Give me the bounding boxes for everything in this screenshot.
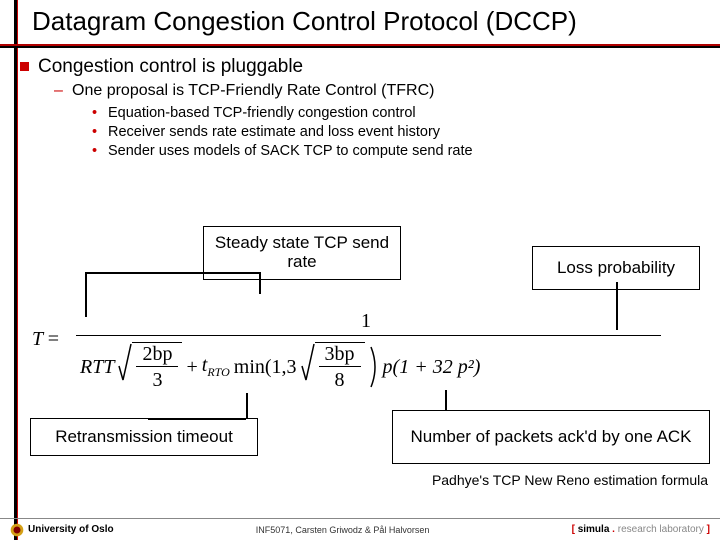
sqrt-icon: 3bp 8 xyxy=(301,342,365,392)
formula-frac2: 3bp 8 xyxy=(319,343,361,392)
formula-fraction-bar xyxy=(76,335,661,336)
bullet-l1-text: Congestion control is pluggable xyxy=(38,56,303,77)
box-retransmission-timeout: Retransmission timeout xyxy=(30,418,258,456)
footer-center: INF5071, Carsten Griwodz & Pål Halvorsen xyxy=(256,525,430,535)
formula-plus: + xyxy=(186,356,197,379)
research-lab-text: research laboratory xyxy=(618,524,704,535)
formula-frac2-num: 3bp xyxy=(319,343,361,367)
formula-frac1: 2bp 3 xyxy=(136,343,178,392)
bullet-l2: One proposal is TCP-Friendly Rate Contro… xyxy=(54,82,710,161)
formula-frac1-den: 3 xyxy=(136,367,178,392)
formula-T: T xyxy=(32,328,43,350)
formula-frac2-den: 8 xyxy=(319,367,361,392)
bullet-l3: Equation-based TCP-friendly congestion c… xyxy=(92,104,710,123)
connector-line xyxy=(246,393,248,418)
connector-line xyxy=(148,418,246,420)
formula-eq: = xyxy=(48,328,59,350)
box-packets-ack: Number of packets ack'd by one ACK xyxy=(392,410,710,464)
close-paren-icon xyxy=(369,345,379,389)
formula-min: min(1,3 xyxy=(234,356,297,379)
title-underline xyxy=(0,44,720,48)
sqrt-icon: 2bp 3 xyxy=(118,342,182,392)
slide-title: Datagram Congestion Control Protocol (DC… xyxy=(32,6,577,37)
footer-university: University of Oslo xyxy=(28,524,114,535)
footer-right: [ simula . research laboratory ] xyxy=(572,524,710,535)
connector-line xyxy=(445,390,447,410)
formula-caption: Padhye's TCP New Reno estimation formula xyxy=(432,472,708,488)
formula-rtt: RTT xyxy=(80,356,114,379)
content-area: Congestion control is pluggable One prop… xyxy=(14,56,710,165)
formula-numerator: 1 xyxy=(361,310,371,333)
formula: T = 1 RTT 2bp 3 + tRTO xyxy=(32,290,688,390)
bullet-l2-text: One proposal is TCP-Friendly Rate Contro… xyxy=(72,82,434,99)
simula-text: simula xyxy=(578,524,610,535)
footer-left: University of Oslo xyxy=(10,523,114,537)
bullet-l3: Sender uses models of SACK TCP to comput… xyxy=(92,142,710,161)
connector-line xyxy=(85,272,260,274)
footer: University of Oslo INF5071, Carsten Griw… xyxy=(0,518,720,540)
formula-rto-sub: RTO xyxy=(207,365,229,379)
formula-tail: p(1 + 32 p²) xyxy=(383,356,481,379)
formula-frac1-num: 2bp xyxy=(136,343,178,367)
dot-icon: . xyxy=(609,524,617,535)
bracket-icon: ] xyxy=(704,524,710,535)
bullet-l1: Congestion control is pluggable One prop… xyxy=(14,56,710,161)
bullet-l3: Receiver sends rate estimate and loss ev… xyxy=(92,123,710,142)
university-crest-icon xyxy=(10,523,24,537)
